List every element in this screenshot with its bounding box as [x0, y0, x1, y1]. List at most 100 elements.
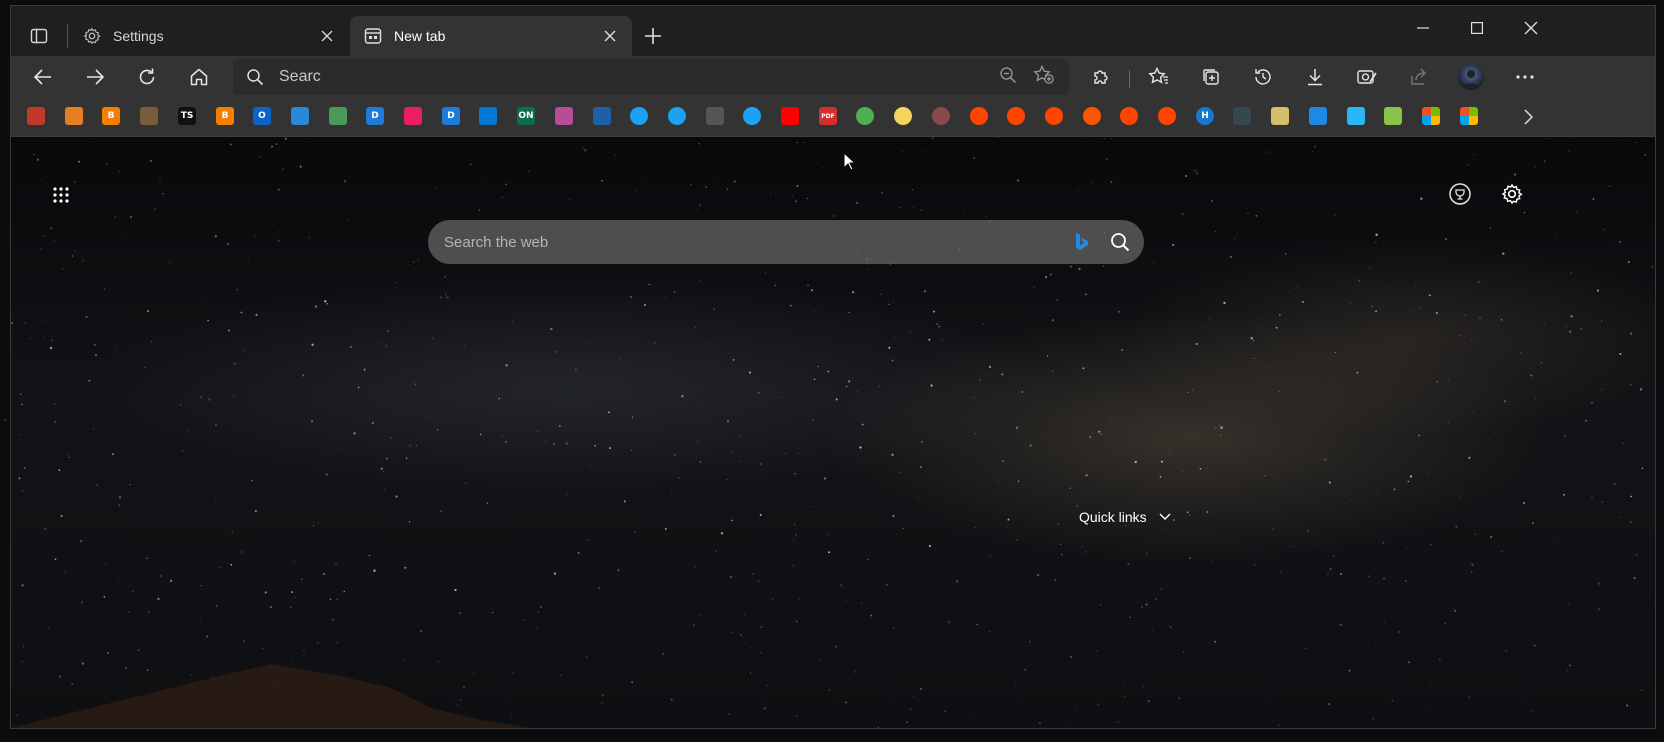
favorite-flask-icon[interactable] — [706, 107, 724, 125]
rewards-button[interactable] — [1445, 179, 1475, 209]
favorite-soundcloud-icon[interactable] — [1083, 107, 1101, 125]
favorite-chip-icon[interactable] — [1271, 107, 1289, 125]
rewards-trophy-icon — [1449, 183, 1471, 205]
mountain-silhouette — [11, 664, 531, 728]
favorite-blogger-icon[interactable]: B — [216, 107, 234, 125]
extensions-button[interactable] — [1085, 61, 1117, 93]
more-horizontal-icon — [1516, 75, 1534, 79]
favorite-label: D — [447, 111, 455, 121]
web-capture-icon — [1357, 70, 1377, 84]
tab-strip: Settings New tab — [11, 6, 1655, 56]
refresh-button[interactable] — [131, 61, 163, 93]
favorite-reddit-icon[interactable] — [970, 107, 988, 125]
favorite-blogger-icon[interactable]: B — [102, 107, 120, 125]
close-icon — [604, 30, 616, 42]
favorite-d-icon[interactable]: D — [442, 107, 460, 125]
favorite-twitter-icon[interactable] — [630, 107, 648, 125]
favorite-microsoft-icon[interactable] — [1422, 107, 1440, 125]
close-tab-button[interactable] — [600, 26, 620, 46]
tab-new-tab[interactable]: New tab — [350, 16, 632, 56]
address-input[interactable] — [277, 67, 999, 87]
downloads-button[interactable] — [1299, 61, 1331, 93]
favorite-reddit-icon[interactable] — [1007, 107, 1025, 125]
favorite-label: D — [371, 111, 379, 121]
arrow-right-icon — [87, 69, 105, 85]
history-icon — [1255, 69, 1271, 85]
favorite-document-icon[interactable] — [1233, 107, 1251, 125]
favorite-onedrive-icon[interactable] — [291, 107, 309, 125]
back-button[interactable] — [27, 61, 59, 93]
favorite-diamond-icon[interactable] — [65, 107, 83, 125]
close-tab-button[interactable] — [317, 26, 337, 46]
maximize-button[interactable] — [1451, 12, 1503, 44]
new-tab-button[interactable] — [639, 22, 667, 50]
zoom-out-button[interactable] — [999, 66, 1017, 89]
favorite-heart-shield-icon[interactable] — [1309, 107, 1327, 125]
quick-links-toggle[interactable]: Quick links — [1079, 509, 1171, 525]
mouse-cursor — [843, 152, 857, 171]
puzzle-icon — [1094, 70, 1108, 84]
favorite-windows-icon[interactable] — [479, 107, 497, 125]
favorite-label: ON — [518, 111, 534, 121]
forward-button[interactable] — [79, 61, 111, 93]
chevron-down-icon — [1159, 513, 1171, 520]
favorite-pinwheel-icon[interactable] — [856, 107, 874, 125]
favorite-tv-icon[interactable] — [140, 107, 158, 125]
avatar — [1458, 64, 1484, 90]
favorite-ts-icon[interactable]: TS — [178, 107, 196, 125]
history-button[interactable] — [1247, 61, 1279, 93]
favorite-twitter-icon[interactable] — [743, 107, 761, 125]
new-tab-page: Quick links — [11, 137, 1655, 728]
web-search-button[interactable] — [1110, 232, 1130, 252]
close-window-button[interactable] — [1505, 12, 1557, 44]
waffle-grid-icon — [53, 187, 69, 203]
close-icon — [321, 30, 333, 42]
favorite-reddit-icon[interactable] — [1045, 107, 1063, 125]
more-favorites-button[interactable] — [1517, 106, 1539, 128]
tab-title: Settings — [113, 28, 164, 44]
quick-links-label: Quick links — [1079, 509, 1147, 525]
favorite-mountain-cloud-icon[interactable] — [1347, 107, 1365, 125]
home-button[interactable] — [183, 61, 215, 93]
favorite-puzzle-icon[interactable] — [329, 107, 347, 125]
collections-button[interactable] — [1195, 61, 1227, 93]
share-button[interactable] — [1403, 61, 1435, 93]
favorites-bar: B TS B O D D ON PDF H — [11, 98, 1655, 137]
favorite-color-squares-icon[interactable] — [404, 107, 422, 125]
favorite-d-icon[interactable]: D — [366, 107, 384, 125]
newtab-page-icon — [362, 25, 384, 47]
tab-actions-icon — [30, 28, 48, 44]
app-launcher-button[interactable] — [47, 181, 75, 209]
favorite-feather-icon[interactable] — [593, 107, 611, 125]
add-to-favorites-button[interactable] — [1033, 64, 1055, 90]
close-icon — [1524, 21, 1538, 35]
favorite-clipboard-icon[interactable] — [1384, 107, 1402, 125]
favorite-h-icon[interactable]: H — [1196, 107, 1214, 125]
minimize-button[interactable] — [1397, 12, 1449, 44]
favorite-bulb-icon[interactable] — [894, 107, 912, 125]
tab-settings[interactable]: Settings — [69, 16, 349, 56]
navigation-toolbar — [11, 56, 1655, 98]
favorite-youtube-icon[interactable] — [781, 107, 799, 125]
favorite-reddit-icon[interactable] — [1158, 107, 1176, 125]
chevron-right-icon — [1524, 109, 1533, 125]
web-search-input[interactable] — [442, 232, 1074, 252]
favorite-microsoft-icon[interactable] — [1460, 107, 1478, 125]
profile-button[interactable] — [1455, 61, 1487, 93]
tab-actions-menu-button[interactable] — [25, 22, 53, 50]
gear-icon — [1501, 183, 1523, 205]
plus-icon — [645, 28, 661, 44]
favorite-twitter-icon[interactable] — [668, 107, 686, 125]
page-settings-button[interactable] — [1497, 179, 1527, 209]
bing-logo-icon — [1074, 232, 1090, 252]
favorite-wave-icon[interactable] — [555, 107, 573, 125]
favorites-button[interactable] — [1143, 61, 1175, 93]
settings-and-more-button[interactable] — [1509, 61, 1541, 93]
favorite-pdf-icon[interactable]: PDF — [819, 107, 837, 125]
favorite-record-icon[interactable] — [932, 107, 950, 125]
favorite-calendar-icon[interactable] — [27, 107, 45, 125]
favorite-outlook-icon[interactable]: O — [253, 107, 271, 125]
web-capture-button[interactable] — [1351, 61, 1383, 93]
favorite-reddit-icon[interactable] — [1120, 107, 1138, 125]
favorite-on-icon[interactable]: ON — [517, 107, 535, 125]
